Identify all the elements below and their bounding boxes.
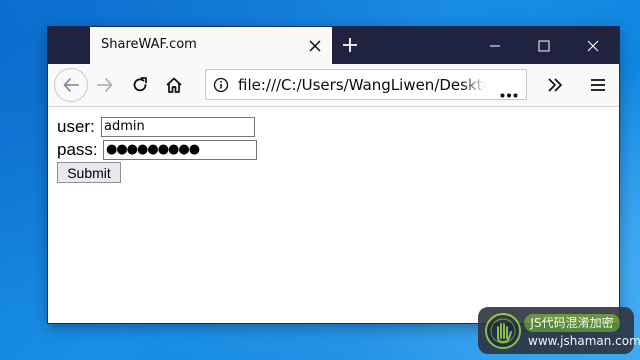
- browser-window: ShareWAF.com file:///C:/Users/WangLiwen/…: [48, 27, 619, 323]
- url-bar[interactable]: file:///C:/Users/WangLiwen/Desktop/: [205, 69, 527, 100]
- hamburger-menu-icon[interactable]: [583, 70, 613, 100]
- back-arrow-icon[interactable]: [54, 68, 88, 102]
- hand-logo-icon: [484, 312, 522, 350]
- user-input[interactable]: admin: [101, 117, 255, 137]
- forward-arrow-icon[interactable]: [90, 70, 120, 100]
- pass-row: pass:: [57, 140, 98, 160]
- watermark-url: www.jshaman.com: [528, 334, 640, 348]
- watermark-badge: JS代码混淆加密: [524, 314, 620, 332]
- reload-icon[interactable]: [125, 70, 155, 100]
- title-bar: ShareWAF.com: [48, 27, 619, 64]
- maximize-icon[interactable]: [520, 27, 568, 64]
- window-close-icon[interactable]: [569, 27, 617, 64]
- user-label: user:: [57, 117, 95, 136]
- submit-button[interactable]: Submit: [57, 162, 121, 183]
- user-row: user:: [57, 117, 95, 137]
- minimize-icon[interactable]: [471, 27, 519, 64]
- tab-title: ShareWAF.com: [101, 37, 197, 52]
- plus-icon[interactable]: [341, 36, 359, 54]
- url-text: file:///C:/Users/WangLiwen/Desktop/: [238, 76, 486, 94]
- close-icon[interactable]: [308, 38, 322, 52]
- chevron-double-right-icon[interactable]: [540, 70, 570, 100]
- tab-active[interactable]: ShareWAF.com: [90, 27, 332, 64]
- watermark: JS代码混淆加密 www.jshaman.com: [478, 307, 640, 354]
- home-icon[interactable]: [159, 70, 189, 100]
- page-content: user: admin pass: ●●●●●●●●● Submit: [48, 107, 619, 323]
- info-icon[interactable]: [213, 77, 229, 93]
- more-horizontal-icon[interactable]: [500, 83, 518, 98]
- navigation-toolbar: file:///C:/Users/WangLiwen/Desktop/: [48, 64, 619, 107]
- pass-label: pass:: [57, 140, 98, 159]
- password-input[interactable]: ●●●●●●●●●: [103, 140, 257, 160]
